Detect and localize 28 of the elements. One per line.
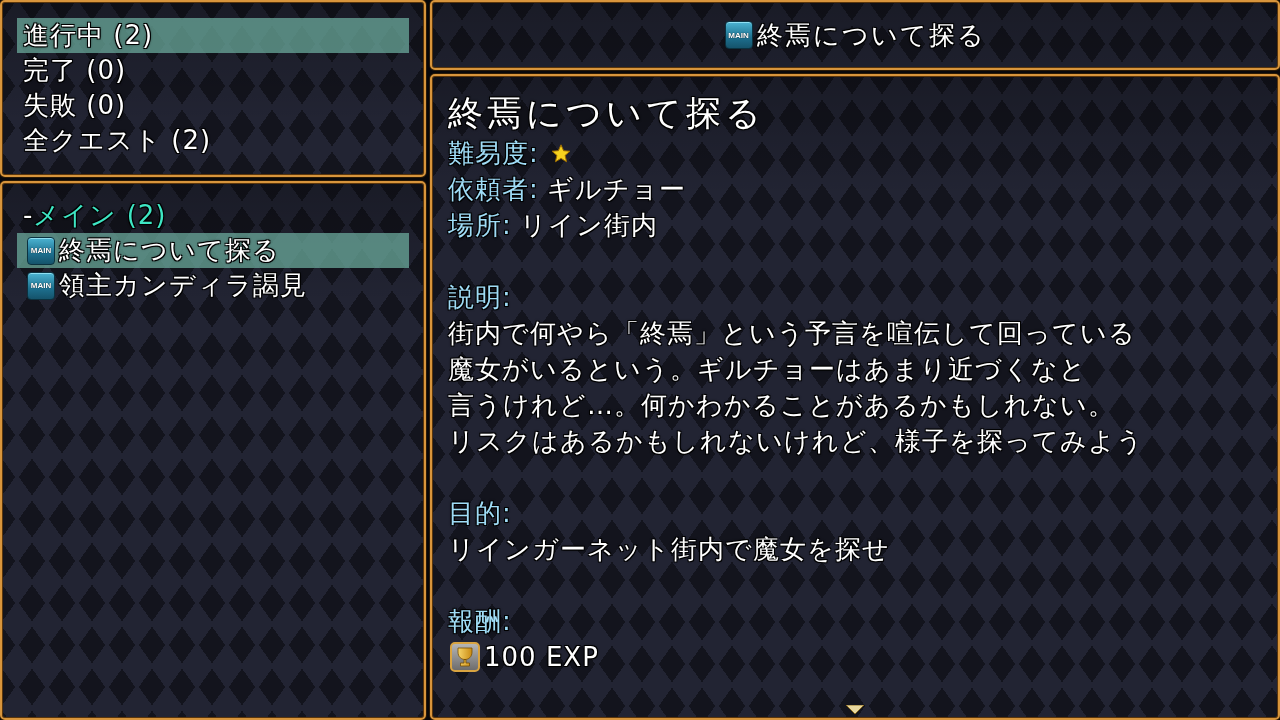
objective-text: リインガーネット街内で魔女を探せ (448, 533, 890, 566)
quest-type-tag: MAIN (27, 236, 55, 265)
quest-group-header[interactable]: -メイン (2) (17, 197, 409, 233)
section-label: 報酬: (448, 605, 512, 638)
description-line: 言うけれど…。何かわかることがあるかもしれない。 (448, 389, 1115, 422)
field-label: 場所: (448, 209, 512, 242)
quest-item[interactable]: MAIN 領主カンディラ謁見 (17, 268, 409, 303)
quest-type-tag: MAIN (724, 21, 753, 49)
description-line: リスクはあるかもしれないけれど、様子を探ってみよう (448, 425, 1144, 458)
quest-item[interactable]: MAIN 終焉について探る (17, 233, 409, 268)
quest-header-title: 終焉について探る (756, 19, 986, 52)
star-icon (550, 143, 571, 163)
quest-title-heading: 終焉について探る (448, 92, 766, 135)
description-line: 街内で何やら「終焉」という予言を喧伝して回っている (448, 317, 1136, 350)
category-item[interactable]: 全クエスト (2) (17, 123, 409, 158)
section-label: 目的: (448, 497, 512, 530)
description-line: 魔女がいるという。ギルチョーはあまり近づくなと (448, 353, 1087, 386)
category-item[interactable]: 進行中 (2) (17, 18, 409, 53)
category-item[interactable]: 完了 (0) (17, 53, 409, 88)
field-label: 難易度: (448, 137, 539, 170)
quest-type-tag: MAIN (27, 271, 55, 300)
section-label: 説明: (448, 281, 512, 314)
trophy-icon (450, 642, 480, 672)
field-label: 依頼者: (448, 173, 539, 206)
reward-text: 100 EXP (484, 641, 599, 674)
field-value: ギルチョー (546, 173, 686, 206)
field-value: リイン街内 (519, 209, 658, 242)
category-item[interactable]: 失敗 (0) (17, 88, 409, 123)
